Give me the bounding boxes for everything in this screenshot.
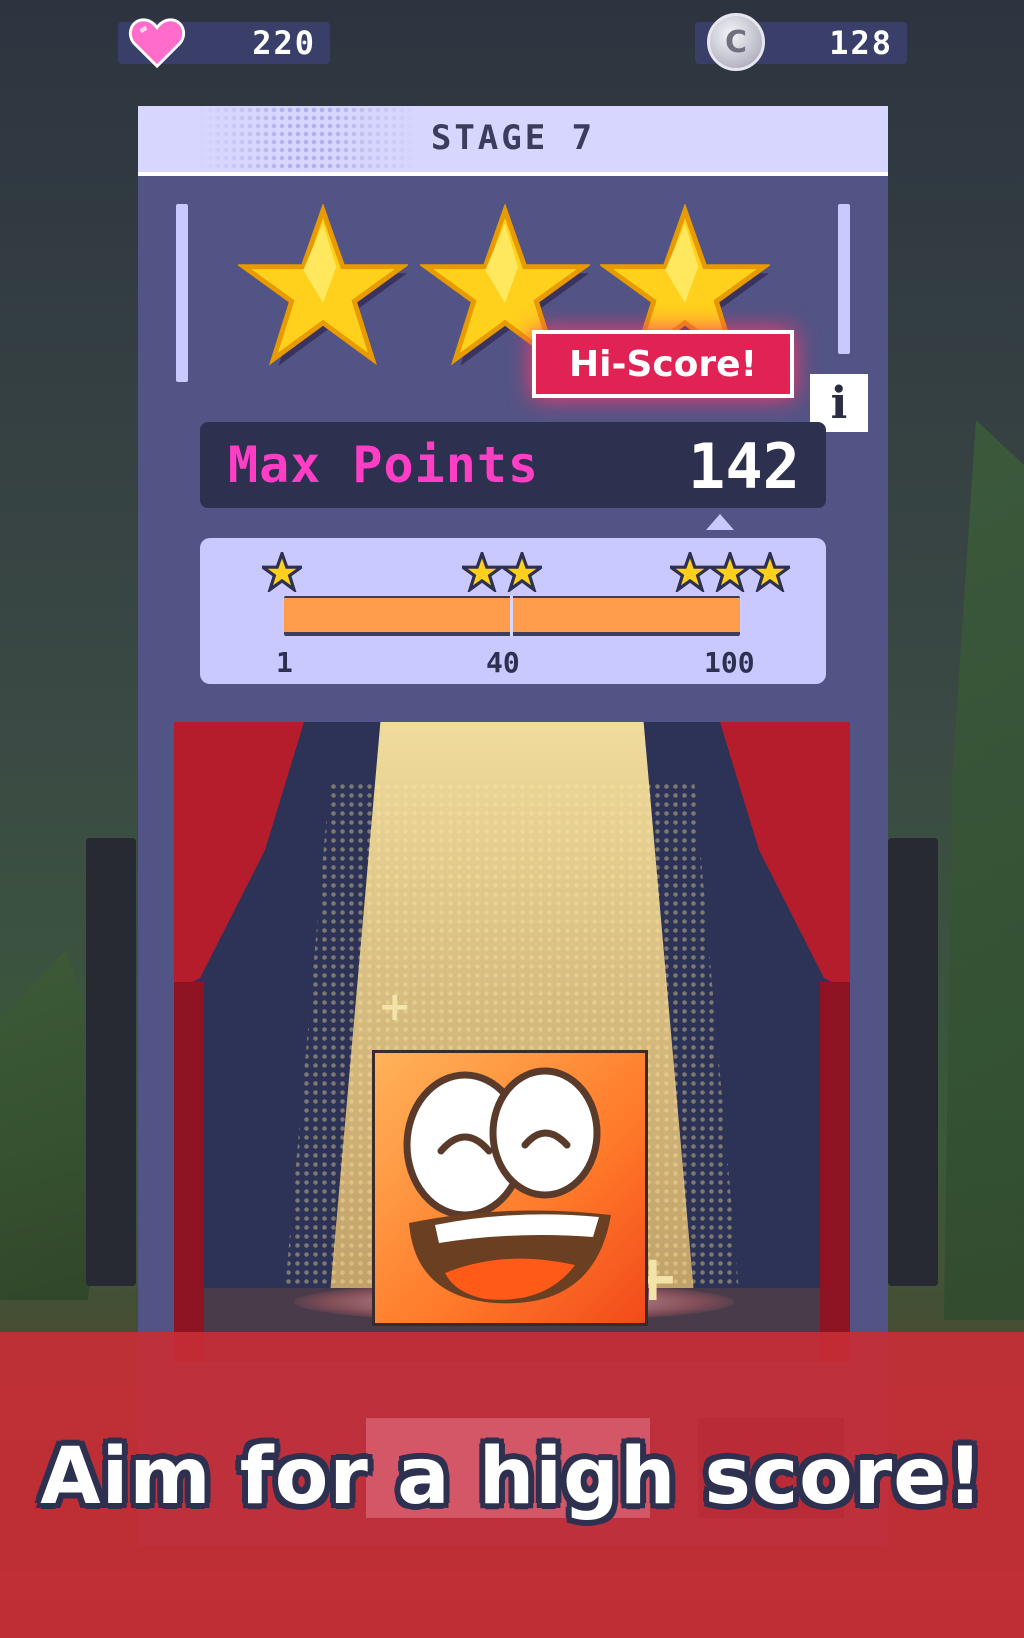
curtain-right-drape [820,982,850,1362]
background-panel-left [86,838,136,1286]
max-points-label: Max Points [228,436,540,494]
stage-result-card: STAGE 7 Hi-Score! i Max Points 142 1 40 … [138,106,888,1546]
hearts-counter: 220 [118,18,330,69]
hearts-value: 220 [252,24,316,62]
star-icon [238,204,408,366]
background-panel-right [888,838,938,1286]
promo-banner: Aim for a high score! [0,1332,1024,1638]
three-star-group [670,552,790,592]
star-progress-panel: 1 40 100 [200,538,826,684]
curtain-left-drape [174,982,204,1362]
coins-counter: C 128 [695,13,907,71]
max-points-value: 142 [688,430,800,503]
coin-symbol: C [724,24,748,60]
star-icon [670,552,710,592]
threshold-label-3: 100 [704,646,755,679]
hiscore-badge: Hi-Score! [532,330,794,398]
sparkle-icon: + [378,984,412,1030]
stars-bracket-left [176,204,188,382]
threshold-label-2: 40 [486,646,520,679]
character-stage: + + [174,722,850,1362]
stars-bracket-right [838,204,850,354]
character-block [372,1050,648,1326]
score-progress-bar [284,596,740,636]
heart-icon [129,18,185,69]
coins-value: 128 [829,24,893,62]
star-icon [750,552,790,592]
star-icon [262,552,302,592]
card-header: STAGE 7 [138,106,888,176]
one-star-group [262,552,302,592]
progress-divider [510,596,513,636]
max-points-panel: Max Points 142 [200,422,826,508]
star-icon [462,552,502,592]
background-tree-right [944,420,1024,1320]
coin-icon: C [707,13,765,71]
star-icon [502,552,542,592]
two-star-group [462,552,542,592]
progress-pointer [706,514,734,530]
star-icon [710,552,750,592]
threshold-label-1: 1 [276,646,293,679]
banner-text: Aim for a high score! [40,1432,984,1522]
stage-title: STAGE 7 [430,118,596,158]
smiling-face-icon [403,1067,611,1304]
